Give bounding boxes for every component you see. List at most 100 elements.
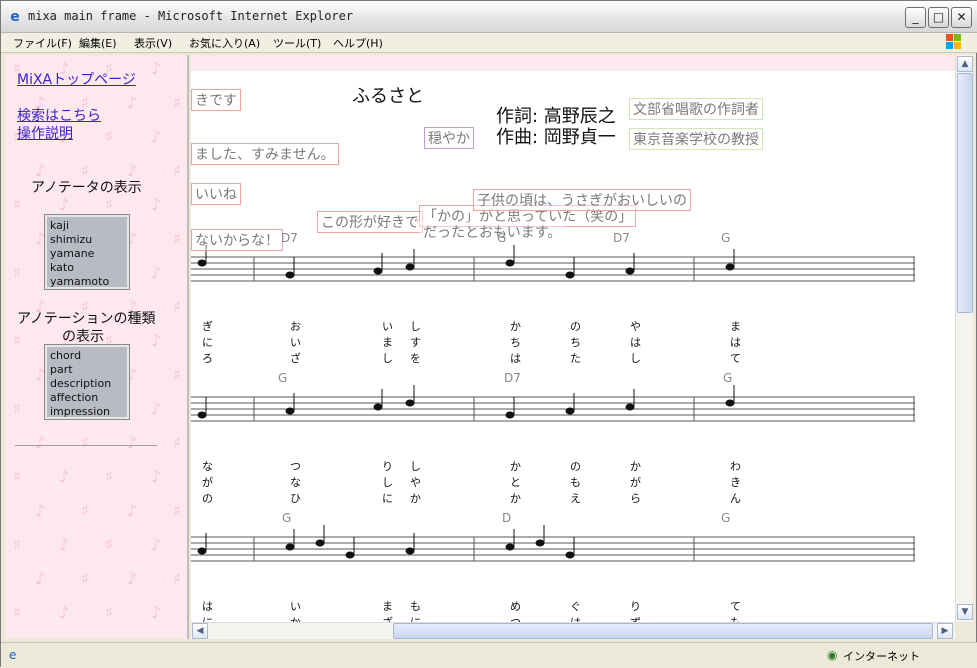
type-item[interactable]: part <box>50 363 124 377</box>
annotation-box[interactable]: 穏やか <box>424 127 474 149</box>
maximize-button[interactable]: □ <box>928 7 949 28</box>
annotation-box[interactable]: 東京音楽学校の教授 <box>629 128 763 150</box>
lyric-char: に <box>202 336 213 349</box>
help-link[interactable]: 操作説明 <box>17 123 73 143</box>
lyric-char: ち <box>510 336 521 349</box>
note-glyph: ♪ <box>151 467 162 486</box>
globe-icon: ◉ <box>827 648 838 662</box>
horizontal-scroll-thumb[interactable] <box>393 623 933 639</box>
note-glyph: ♯ <box>13 467 21 486</box>
menu-help[interactable]: ヘルプ(H) <box>333 35 383 51</box>
scroll-left-icon[interactable]: ◀ <box>192 623 208 639</box>
chord-label: D7 <box>504 371 521 385</box>
annotation-box[interactable]: この形が好きで <box>317 211 423 233</box>
annotator-item[interactable]: yamamoto <box>50 275 124 289</box>
chord-label: G <box>721 511 731 525</box>
note-head <box>565 271 575 279</box>
annotation-box[interactable]: 子供の頃は、うさぎがおいしいの <box>473 189 691 211</box>
lyric-column: ながの <box>202 459 213 507</box>
title-bar: e mixa main frame - Microsoft Internet E… <box>1 1 977 33</box>
composer: 作曲: 岡野貞一 <box>496 127 616 148</box>
lyric-char: ぐ <box>570 600 581 613</box>
vertical-scrollbar[interactable]: ▲ ▼ <box>955 55 973 622</box>
chord-label: D <box>502 511 512 525</box>
lyric-char: ひ <box>290 492 301 505</box>
type-item[interactable]: affection <box>50 391 124 405</box>
lyric-column: まはて <box>730 319 741 367</box>
note-glyph: ♪ <box>59 603 70 622</box>
lyric-column: つなひ <box>290 459 301 507</box>
lyric-char: が <box>630 476 641 489</box>
menu-tools[interactable]: ツール(T) <box>273 35 321 51</box>
annotation-box[interactable]: だったとおもいます。 <box>419 221 566 243</box>
note-glyph: ♪ <box>151 263 162 282</box>
lyric-char: や <box>410 476 421 489</box>
note-head <box>373 403 383 411</box>
note-glyph: ♯ <box>173 93 181 112</box>
top-page-link[interactable]: MiXAトップページ <box>17 69 136 89</box>
sidebar-frame: ♯ ♪ ♯ ♪ ♪ ♯ ♪ ♯ ♯ ♪ ♯ ♪ ♪ ♯ ♪ ♯ ♯ ♪ ♯ ♪ ♪ ♯ ♪ ♯ ♯ ♪ ♯ ♪ ♪ ♯ ♪ ♯ ♯ ♪ ♯ ♪ ♪ ♯ ♪ ♯… <box>5 55 189 639</box>
chord-label: D7 <box>281 231 298 245</box>
chord-label: D7 <box>613 231 630 245</box>
lyric-char: の <box>570 460 581 473</box>
lyric-column: やはし <box>630 319 641 367</box>
lyric-char: ざ <box>382 615 393 622</box>
type-item[interactable]: impression <box>50 405 124 419</box>
close-button[interactable]: ✕ <box>951 7 972 28</box>
lyric-char: は <box>202 600 213 613</box>
annotator-item[interactable]: yamane <box>50 247 124 261</box>
lyric-char: か <box>510 320 521 333</box>
scroll-right-icon[interactable]: ▶ <box>937 623 953 639</box>
lyric-char: ら <box>630 492 641 505</box>
annotator-item[interactable]: kaji <box>50 219 124 233</box>
menu-favorites[interactable]: お気に入り(A) <box>189 35 260 51</box>
horizontal-scrollbar[interactable]: ◀ ▶ <box>191 622 955 639</box>
type-item[interactable]: chord <box>50 349 124 363</box>
annotator-list[interactable]: kaji shimizu yamane kato yamamoto <box>44 214 130 290</box>
lyric-char: つ <box>510 615 521 622</box>
note-glyph: ♯ <box>173 569 181 588</box>
annotation-box[interactable]: ました、すみません。 <box>191 143 339 165</box>
annotation-type-list[interactable]: chord part description affection impress… <box>44 344 130 420</box>
lyric-char: な <box>290 476 301 489</box>
vertical-scroll-thumb[interactable] <box>957 73 973 313</box>
note-glyph: ♯ <box>13 331 21 350</box>
lyric-column: いか <box>290 599 301 622</box>
annotator-item[interactable]: kato <box>50 261 124 275</box>
lyric-char: い <box>382 320 393 333</box>
menu-bar: ファイル(F) 編集(E) 表示(V) お気に入り(A) ツール(T) ヘルプ(… <box>1 33 977 53</box>
note-glyph: ♯ <box>13 535 21 554</box>
lyric-column: かちは <box>510 319 521 367</box>
note-glyph: ♪ <box>35 433 46 452</box>
note-head <box>505 543 515 551</box>
lyric-char: の <box>570 320 581 333</box>
note-head <box>197 411 207 419</box>
lyric-column: もに <box>410 599 421 622</box>
menu-file[interactable]: ファイル(F) <box>13 35 72 51</box>
annotation-box[interactable]: 文部省唱歌の作詞者 <box>629 98 763 120</box>
note-glyph: ♯ <box>173 433 181 452</box>
annotation-box[interactable]: きです <box>191 89 241 111</box>
scroll-up-icon[interactable]: ▲ <box>957 56 973 72</box>
search-link[interactable]: 検索はこちら <box>17 105 101 125</box>
lyric-char: か <box>510 460 521 473</box>
note-glyph: ♯ <box>173 161 181 180</box>
lyric-char: し <box>410 460 421 473</box>
lyric-char: ち <box>570 336 581 349</box>
note-head <box>315 539 325 547</box>
status-bar: e ◉ インターネット <box>1 642 977 668</box>
minimize-button[interactable]: _ <box>905 7 926 28</box>
type-item[interactable]: description <box>50 377 124 391</box>
note-glyph: ♯ <box>173 365 181 384</box>
menu-edit[interactable]: 編集(E) <box>79 35 117 51</box>
lyric-char: お <box>290 320 301 333</box>
annotation-box[interactable]: ないからな！ <box>191 229 283 251</box>
lyric-column: ぐは <box>570 599 581 622</box>
scroll-down-icon[interactable]: ▼ <box>957 604 973 620</box>
annotator-item[interactable]: shimizu <box>50 233 124 247</box>
note-glyph: ♪ <box>127 433 138 452</box>
window-title: mixa main frame - Microsoft Internet Exp… <box>28 9 354 23</box>
annotation-box[interactable]: いいね <box>191 183 241 205</box>
lyric-column: りず <box>630 599 641 622</box>
menu-view[interactable]: 表示(V) <box>134 35 172 51</box>
